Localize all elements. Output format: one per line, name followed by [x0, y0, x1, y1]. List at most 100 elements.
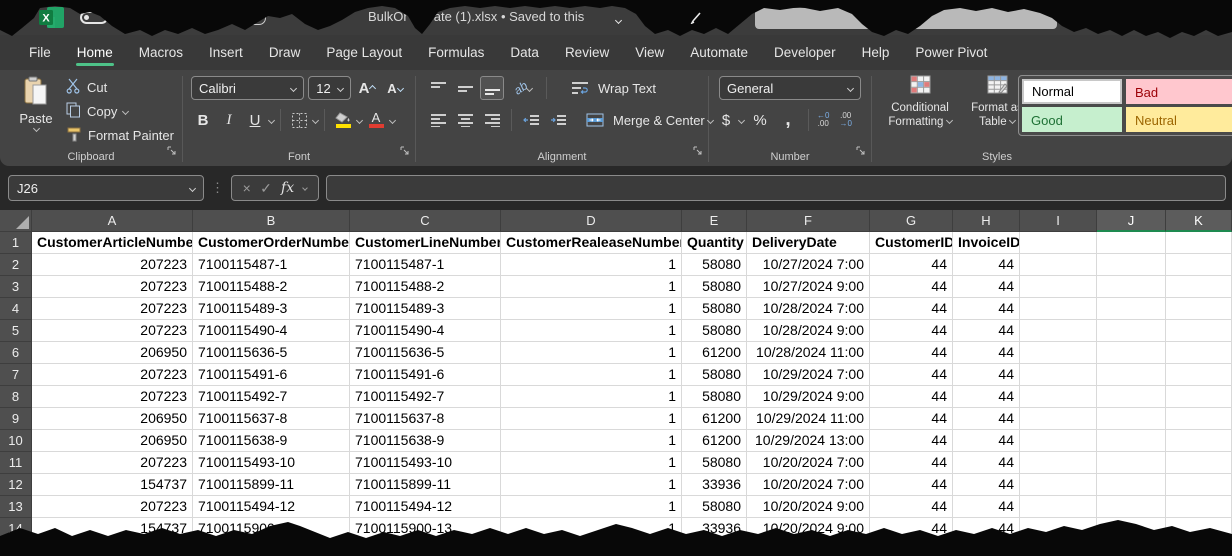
cell-I6[interactable]: [1020, 342, 1097, 364]
cell-I1[interactable]: [1020, 232, 1097, 254]
cell-E8[interactable]: 58080: [682, 386, 747, 408]
cell-H10[interactable]: 44: [953, 430, 1020, 452]
row-header-7[interactable]: 7: [0, 364, 32, 386]
cell-K14[interactable]: [1166, 518, 1232, 540]
cell-A10[interactable]: 206950: [32, 430, 193, 452]
cell-I11[interactable]: [1020, 452, 1097, 474]
cell-H1[interactable]: InvoiceID: [953, 232, 1020, 254]
cell-I13[interactable]: [1020, 496, 1097, 518]
cell-G14[interactable]: 44: [870, 518, 953, 540]
row-header-9[interactable]: 9: [0, 408, 32, 430]
bottom-align-button[interactable]: [480, 76, 504, 100]
cell-C14[interactable]: 7100115900-13: [350, 518, 501, 540]
row-header-6[interactable]: 6: [0, 342, 32, 364]
cell-B13[interactable]: 7100115494-12: [193, 496, 350, 518]
cell-K10[interactable]: [1166, 430, 1232, 452]
cell-D5[interactable]: 1: [501, 320, 682, 342]
column-header-C[interactable]: C: [350, 210, 501, 232]
cell-F1[interactable]: DeliveryDate: [747, 232, 870, 254]
increase-indent-button[interactable]: [546, 108, 570, 132]
font-color-dropdown-chevron-icon[interactable]: [389, 116, 396, 123]
cell-D13[interactable]: 1: [501, 496, 682, 518]
comma-style-button[interactable]: ,: [776, 108, 800, 132]
row-header-1[interactable]: 1: [0, 232, 32, 254]
cell-A4[interactable]: 207223: [32, 298, 193, 320]
cell-A3[interactable]: 207223: [32, 276, 193, 298]
cell-F7[interactable]: 10/29/2024 7:00: [747, 364, 870, 386]
cell-J10[interactable]: [1097, 430, 1166, 452]
cell-A8[interactable]: 207223: [32, 386, 193, 408]
menu-tab-view[interactable]: View: [622, 35, 677, 70]
decrease-indent-button[interactable]: [519, 108, 543, 132]
align-center-button[interactable]: [453, 108, 477, 132]
cell-J9[interactable]: [1097, 408, 1166, 430]
cell-C13[interactable]: 7100115494-12: [350, 496, 501, 518]
menu-tab-help[interactable]: Help: [849, 35, 903, 70]
cell-G13[interactable]: 44: [870, 496, 953, 518]
cell-F12[interactable]: 10/20/2024 7:00: [747, 474, 870, 496]
cell-K4[interactable]: [1166, 298, 1232, 320]
cell-K9[interactable]: [1166, 408, 1232, 430]
cell-D12[interactable]: 1: [501, 474, 682, 496]
menu-tab-draw[interactable]: Draw: [256, 35, 314, 70]
cell-K2[interactable]: [1166, 254, 1232, 276]
title-dropdown-chevron-icon[interactable]: [616, 12, 621, 30]
formula-bar-drag-handle[interactable]: ⋮: [211, 180, 224, 196]
cell-B3[interactable]: 7100115488-2: [193, 276, 350, 298]
cell-I4[interactable]: [1020, 298, 1097, 320]
autosave-toggle[interactable]: [80, 11, 108, 24]
column-header-I[interactable]: I: [1020, 210, 1097, 232]
name-box-chevron-icon[interactable]: [189, 184, 196, 191]
cell-B6[interactable]: 7100115636-5: [193, 342, 350, 364]
cell-A5[interactable]: 207223: [32, 320, 193, 342]
cell-J14[interactable]: [1097, 518, 1166, 540]
percent-style-button[interactable]: %: [748, 108, 772, 132]
cell-K5[interactable]: [1166, 320, 1232, 342]
cell-G10[interactable]: 44: [870, 430, 953, 452]
cell-J6[interactable]: [1097, 342, 1166, 364]
copy-dropdown-chevron-icon[interactable]: [122, 107, 129, 114]
cell-D1[interactable]: CustomerRealeaseNumber: [501, 232, 682, 254]
top-align-button[interactable]: [426, 76, 450, 100]
cell-G3[interactable]: 44: [870, 276, 953, 298]
cell-A12[interactable]: 154737: [32, 474, 193, 496]
copy-button[interactable]: Copy: [66, 102, 174, 120]
cell-C5[interactable]: 7100115490-4: [350, 320, 501, 342]
cell-G5[interactable]: 44: [870, 320, 953, 342]
cell-F5[interactable]: 10/28/2024 9:00: [747, 320, 870, 342]
cell-A13[interactable]: 207223: [32, 496, 193, 518]
cell-F2[interactable]: 10/27/2024 7:00: [747, 254, 870, 276]
cell-B1[interactable]: CustomerOrderNumber: [193, 232, 350, 254]
cell-A11[interactable]: 207223: [32, 452, 193, 474]
cell-D11[interactable]: 1: [501, 452, 682, 474]
cell-D4[interactable]: 1: [501, 298, 682, 320]
cell-J4[interactable]: [1097, 298, 1166, 320]
cell-C11[interactable]: 7100115493-10: [350, 452, 501, 474]
menu-tab-developer[interactable]: Developer: [761, 35, 849, 70]
cell-E3[interactable]: 58080: [682, 276, 747, 298]
paste-dropdown-chevron-icon[interactable]: [32, 125, 39, 132]
cell-E5[interactable]: 58080: [682, 320, 747, 342]
cell-E6[interactable]: 61200: [682, 342, 747, 364]
cell-I7[interactable]: [1020, 364, 1097, 386]
row-header-12[interactable]: 12: [0, 474, 32, 496]
cell-E11[interactable]: 58080: [682, 452, 747, 474]
cell-B11[interactable]: 7100115493-10: [193, 452, 350, 474]
cell-E7[interactable]: 58080: [682, 364, 747, 386]
cell-H13[interactable]: 44: [953, 496, 1020, 518]
cell-K13[interactable]: [1166, 496, 1232, 518]
cell-H4[interactable]: 44: [953, 298, 1020, 320]
row-header-5[interactable]: 5: [0, 320, 32, 342]
cell-E13[interactable]: 58080: [682, 496, 747, 518]
cell-K11[interactable]: [1166, 452, 1232, 474]
cell-K6[interactable]: [1166, 342, 1232, 364]
enter-button[interactable]: ✓: [260, 180, 272, 197]
menu-tab-formulas[interactable]: Formulas: [415, 35, 497, 70]
cell-B4[interactable]: 7100115489-3: [193, 298, 350, 320]
merge-center-button[interactable]: Merge & Center: [613, 113, 705, 128]
cell-E4[interactable]: 58080: [682, 298, 747, 320]
cell-J12[interactable]: [1097, 474, 1166, 496]
fill-color-button[interactable]: [331, 108, 355, 132]
cell-D14[interactable]: 1: [501, 518, 682, 540]
cell-D6[interactable]: 1: [501, 342, 682, 364]
